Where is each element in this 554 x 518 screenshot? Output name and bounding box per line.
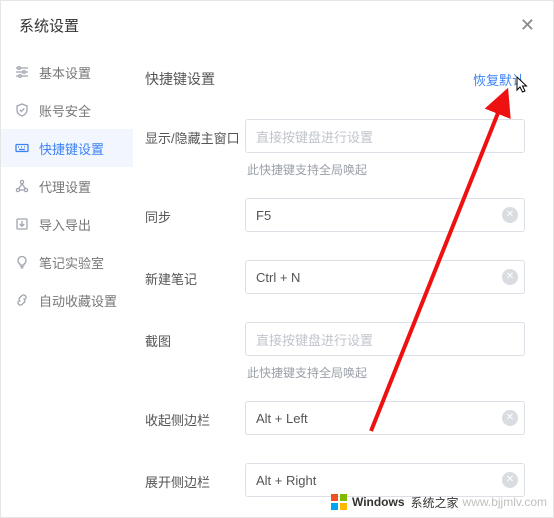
shortcut-value: Alt + Right xyxy=(256,473,316,488)
shortcut-value: F5 xyxy=(256,208,271,223)
field-label: 截图 xyxy=(145,322,245,350)
main-panel: 快捷键设置 恢复默认 显示/隐藏主窗口 直接按键盘进行设置 此快捷键支持全局唤起… xyxy=(133,49,553,518)
restore-default-link[interactable]: 恢复默认 xyxy=(473,70,525,89)
clear-icon[interactable]: ✕ xyxy=(502,410,518,426)
bulb-icon xyxy=(15,255,29,269)
sliders-icon xyxy=(15,65,29,79)
sidebar-item-autosave[interactable]: 自动收藏设置 xyxy=(1,281,133,319)
field-label: 同步 xyxy=(145,198,245,226)
sidebar-item-security[interactable]: 账号安全 xyxy=(1,91,133,129)
shortcut-input-expand-sidebar[interactable]: Alt + Right ✕ xyxy=(245,463,525,497)
placeholder-text: 直接按键盘进行设置 xyxy=(256,330,373,349)
global-hint: 此快捷键支持全局唤起 xyxy=(245,364,525,381)
sidebar: 基本设置 账号安全 快捷键设置 代理设置 xyxy=(1,49,133,518)
keyboard-icon xyxy=(15,141,29,155)
title-bar: 系统设置 ✕ xyxy=(1,1,553,49)
watermark-sub: 系统之家 xyxy=(411,494,459,511)
global-hint: 此快捷键支持全局唤起 xyxy=(245,161,525,178)
sidebar-item-label: 代理设置 xyxy=(39,177,91,196)
shortcut-input-collapse-sidebar[interactable]: Alt + Left ✕ xyxy=(245,401,525,435)
sidebar-item-basic[interactable]: 基本设置 xyxy=(1,53,133,91)
watermark-url: www.bjjmlv.com xyxy=(463,495,547,509)
sidebar-item-lab[interactable]: 笔记实验室 xyxy=(1,243,133,281)
field-label: 新建笔记 xyxy=(145,260,245,288)
field-label: 显示/隐藏主窗口 xyxy=(145,119,245,147)
field-label: 展开侧边栏 xyxy=(145,463,245,491)
sidebar-item-shortcuts[interactable]: 快捷键设置 xyxy=(1,129,133,167)
sidebar-item-label: 快捷键设置 xyxy=(39,139,104,158)
shield-icon xyxy=(15,103,29,117)
placeholder-text: 直接按键盘进行设置 xyxy=(256,127,373,146)
sidebar-item-proxy[interactable]: 代理设置 xyxy=(1,167,133,205)
window-title: 系统设置 xyxy=(19,15,79,36)
close-icon[interactable]: ✕ xyxy=(520,15,535,36)
shortcut-input-new-note[interactable]: Ctrl + N ✕ xyxy=(245,260,525,294)
network-icon xyxy=(15,179,29,193)
shortcut-value: Alt + Left xyxy=(256,411,308,426)
shortcut-input-sync[interactable]: F5 ✕ xyxy=(245,198,525,232)
sidebar-item-import-export[interactable]: 导入导出 xyxy=(1,205,133,243)
windows-logo-icon xyxy=(330,493,348,511)
shortcut-input-show-hide[interactable]: 直接按键盘进行设置 xyxy=(245,119,525,153)
watermark: Windows 系统之家 www.bjjmlv.com xyxy=(330,493,547,511)
clear-icon[interactable]: ✕ xyxy=(502,472,518,488)
shortcut-input-screenshot[interactable]: 直接按键盘进行设置 xyxy=(245,322,525,356)
sidebar-item-label: 自动收藏设置 xyxy=(39,291,117,310)
clear-icon[interactable]: ✕ xyxy=(502,269,518,285)
field-label: 收起侧边栏 xyxy=(145,401,245,429)
watermark-brand: Windows xyxy=(352,495,405,509)
clear-icon[interactable]: ✕ xyxy=(502,207,518,223)
settings-window: 系统设置 ✕ 基本设置 账号安全 快捷键设置 xyxy=(0,0,554,518)
sidebar-item-label: 导入导出 xyxy=(39,215,91,234)
import-export-icon xyxy=(15,217,29,231)
sidebar-item-label: 笔记实验室 xyxy=(39,253,104,272)
link-icon xyxy=(15,293,29,307)
section-title: 快捷键设置 xyxy=(145,69,215,89)
shortcut-value: Ctrl + N xyxy=(256,270,300,285)
sidebar-item-label: 账号安全 xyxy=(39,101,91,120)
sidebar-item-label: 基本设置 xyxy=(39,63,91,82)
